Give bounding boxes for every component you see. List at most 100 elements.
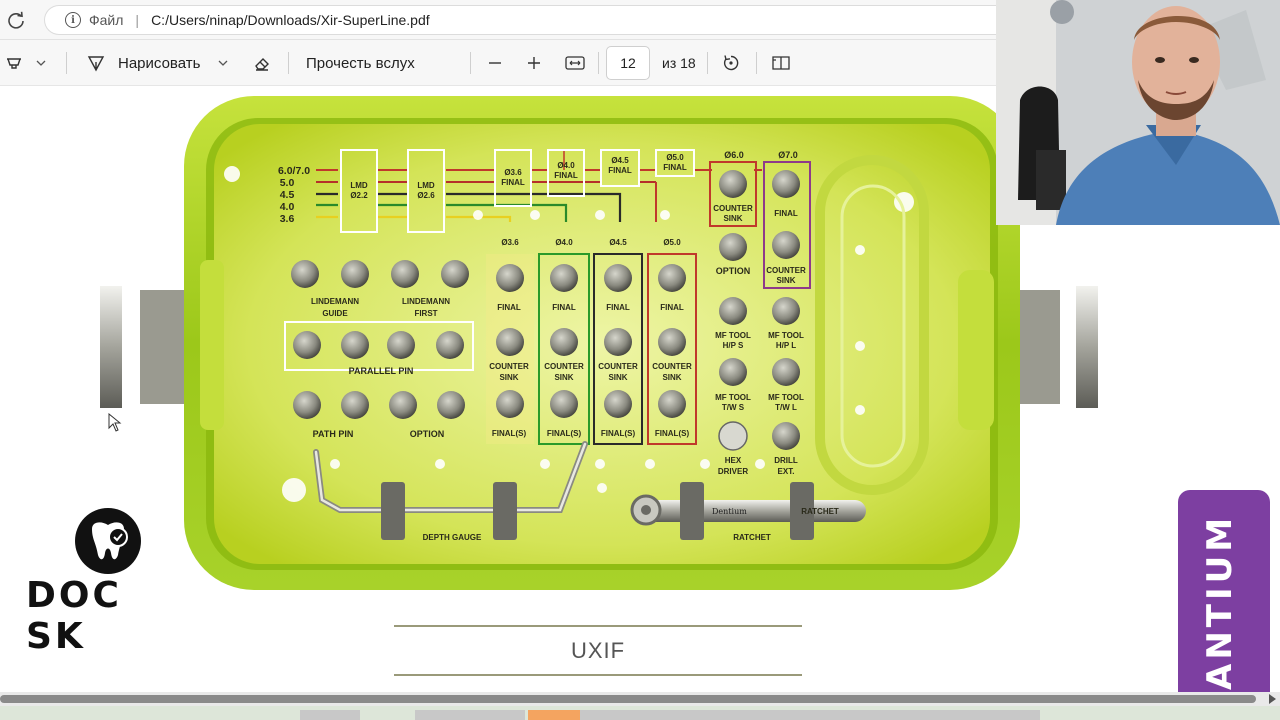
legend-label-50: 5.0 — [280, 177, 295, 189]
footer-rule-top — [394, 625, 802, 627]
taskbar-item[interactable] — [415, 710, 525, 720]
pen-icon — [87, 56, 105, 72]
top-final-36-label: FINAL — [501, 178, 525, 187]
diameter-60-label: Ø6.0 — [724, 150, 744, 160]
final-s-label: FINAL(S) — [492, 429, 527, 438]
column-head-40: Ø4.0 — [555, 238, 573, 247]
draw-button[interactable]: Нарисовать — [86, 40, 230, 86]
tray-handle-right — [1018, 286, 1098, 408]
counter-sink-label: COUNTER — [544, 362, 584, 371]
final-label: FINAL — [497, 303, 521, 312]
hex-driver-label-2: DRIVER — [718, 467, 748, 476]
mf-tool-hpl-label: MF TOOL — [768, 331, 804, 340]
taskbar-item[interactable] — [580, 710, 1040, 720]
final-label: FINAL — [552, 303, 576, 312]
mf-tool-tws-label-2: T/W S — [722, 403, 745, 412]
rotate-button[interactable] — [721, 40, 741, 86]
highlighter-icon — [7, 58, 21, 69]
footer-rule-bottom — [394, 674, 802, 676]
url-field[interactable]: i Файл | C:/Users/ninap/Downloads/Xir-Su… — [44, 5, 996, 35]
mouse-cursor-icon — [108, 413, 122, 432]
top-final-40-size: Ø4.0 — [557, 161, 575, 170]
page-number-input[interactable]: 12 — [606, 46, 650, 80]
lindemann-guide-label: LINDEMANN — [311, 297, 359, 306]
eraser-button[interactable] — [252, 40, 272, 86]
plus-icon — [528, 57, 540, 69]
counter-sink-60-label-2: SINK — [723, 214, 742, 223]
ratchet-label: RATCHET — [733, 533, 771, 542]
tray-handle-left — [100, 286, 184, 408]
zoom-in-button[interactable] — [525, 40, 543, 86]
info-icon[interactable]: i — [65, 12, 81, 28]
counter-sink-70-label-2: SINK — [776, 276, 795, 285]
rotate-icon — [723, 55, 739, 71]
draw-label: Нарисовать — [118, 54, 201, 72]
fit-width-icon — [565, 56, 585, 70]
legend-label-36: 3.6 — [280, 213, 295, 225]
ratchet-engraving: RATCHET — [801, 507, 839, 516]
doc-sk-logo: DOC SK — [24, 507, 194, 657]
read-aloud-label: Прочесть вслух — [306, 54, 415, 72]
legend-label-40: 4.0 — [280, 201, 295, 213]
hex-driver-label: HEX — [725, 456, 742, 465]
option-right-label: OPTION — [716, 266, 751, 276]
page-view-button[interactable] — [770, 40, 792, 86]
lmd-22-label: LMD — [350, 181, 368, 190]
path-pin-label: PATH PIN — [313, 429, 354, 439]
lmd-26-size: Ø2.6 — [417, 191, 435, 200]
ratchet-brand-engraving: Dentium — [712, 507, 747, 516]
scrollbar-thumb[interactable] — [0, 695, 1256, 703]
highlight-button[interactable] — [4, 40, 48, 86]
taskbar-item-active[interactable] — [528, 710, 580, 720]
drill-ext-label: DRILL — [774, 456, 798, 465]
toolbar-divider — [756, 52, 757, 74]
top-final-40-label: FINAL — [554, 171, 578, 180]
lmd-26-label: LMD — [417, 181, 435, 190]
final-70-label: FINAL — [774, 209, 798, 218]
url-path: C:/Users/ninap/Downloads/Xir-SuperLine.p… — [151, 12, 430, 28]
mf-tool-hpl-label-2: H/P L — [776, 341, 796, 350]
presenter-video — [996, 0, 1280, 225]
counter-sink-label: COUNTER — [489, 362, 529, 371]
counter-sink-60-label: COUNTER — [713, 204, 753, 213]
page-total-label: из 18 — [662, 55, 696, 71]
counter-sink-70-label: COUNTER — [766, 266, 806, 275]
chevron-down-icon[interactable] — [34, 56, 48, 70]
drill-ext-label-2: EXT. — [778, 467, 795, 476]
toolbar-divider — [288, 52, 289, 74]
url-separator: | — [135, 12, 140, 28]
lindemann-first-label: LINDEMANN — [402, 297, 450, 306]
toolbar-divider — [470, 52, 471, 74]
counter-sink-label-2: SINK — [499, 373, 518, 382]
zoom-out-button[interactable] — [486, 40, 504, 86]
tray-inner — [214, 124, 990, 564]
mf-tool-tws-label: MF TOOL — [715, 393, 751, 402]
final-s-label: FINAL(S) — [655, 429, 690, 438]
depth-gauge-label: DEPTH GAUGE — [423, 533, 482, 542]
top-final-45-label: FINAL — [608, 166, 632, 175]
lmd-22-size: Ø2.2 — [350, 191, 368, 200]
fit-page-button[interactable] — [564, 40, 586, 86]
horizontal-scrollbar[interactable] — [0, 692, 1280, 706]
top-final-45-size: Ø4.5 — [611, 156, 629, 165]
lindemann-guide-label-2: GUIDE — [322, 309, 348, 318]
legend-label-70: 6.0/7.0 — [278, 165, 310, 177]
toolbar-divider — [598, 52, 599, 74]
counter-sink-label-2: SINK — [554, 373, 573, 382]
mf-tool-hps-label: MF TOOL — [715, 331, 751, 340]
reload-icon[interactable] — [6, 10, 26, 30]
address-bar: i Файл | C:/Users/ninap/Downloads/Xir-Su… — [0, 0, 996, 40]
taskbar-item[interactable] — [300, 710, 360, 720]
minus-icon — [489, 62, 501, 64]
option-label: OPTION — [410, 429, 445, 439]
column-head-50: Ø5.0 — [663, 238, 681, 247]
scroll-right-arrow-icon[interactable] — [1269, 694, 1276, 704]
final-label: FINAL — [606, 303, 630, 312]
tooth-logo-icon — [75, 508, 141, 574]
read-aloud-button[interactable]: Прочесть вслух — [306, 40, 415, 86]
webcam-overlay — [996, 0, 1280, 225]
counter-sink-label: COUNTER — [652, 362, 692, 371]
toolbar-divider — [707, 52, 708, 74]
final-s-label: FINAL(S) — [547, 429, 582, 438]
chevron-down-icon[interactable] — [216, 56, 230, 70]
